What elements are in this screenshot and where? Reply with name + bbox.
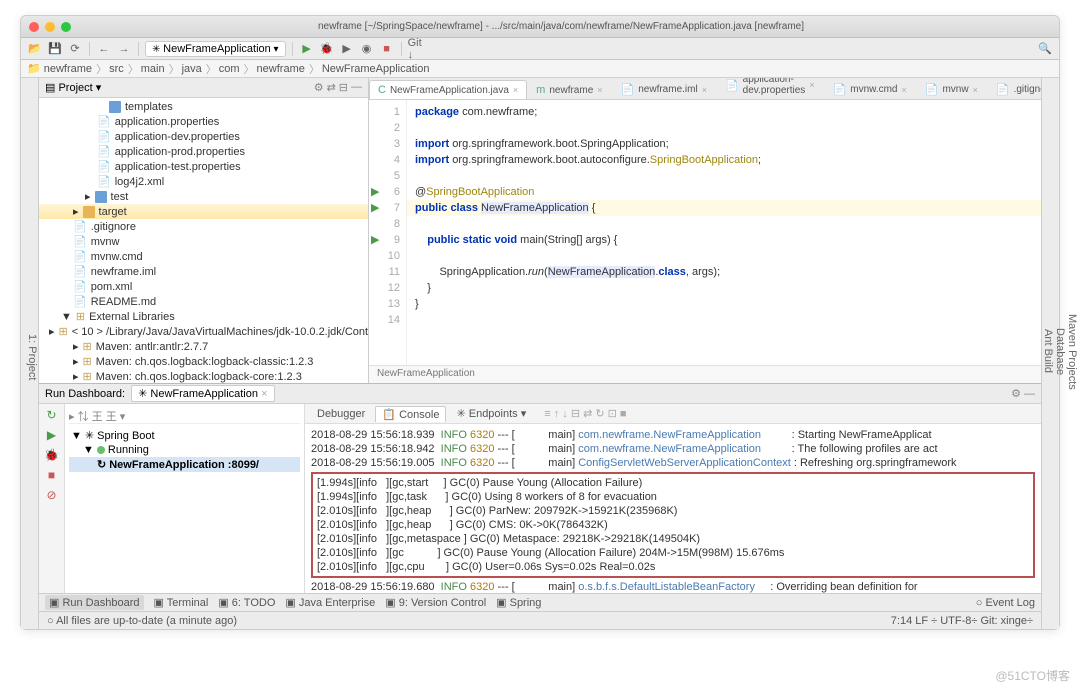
editor-breadcrumb[interactable]: NewFrameApplication <box>369 365 1041 383</box>
watermark: @51CTO博客 <box>995 667 1070 684</box>
editor-tab[interactable]: C NewFrameApplication.java × <box>369 80 527 99</box>
main-toolbar: 📂 💾 ⟳ ← → ✳ NewFrameApplication ▾ ▶ 🐞 ▶ … <box>21 38 1059 60</box>
bottom-tab[interactable]: ▣ Java Enterprise <box>285 596 375 609</box>
stop-icon[interactable]: ■ <box>379 41 395 57</box>
run-tab[interactable]: ✳ NewFrameApplication × <box>131 385 274 402</box>
tab-console: 📋 Console <box>375 406 446 422</box>
run-config-selector[interactable]: ✳ NewFrameApplication ▾ <box>145 41 286 57</box>
run-panel: Run Dashboard: ✳ NewFrameApplication × ⚙… <box>39 383 1041 593</box>
vcs-icon[interactable]: Git ↓ <box>408 41 424 57</box>
tree-item[interactable]: 📄 application-dev.properties <box>39 129 368 144</box>
close-window-icon[interactable] <box>29 22 39 32</box>
tree-item[interactable]: 📄 mvnw <box>39 234 368 249</box>
tree-item[interactable]: 📄 .gitignore <box>39 219 368 234</box>
crumb[interactable]: NewFrameApplication <box>322 63 434 75</box>
editor-tab[interactable]: 📄 application-dev.properties × <box>716 78 824 99</box>
project-tree[interactable]: templates 📄 application.properties 📄 app… <box>39 98 368 383</box>
code-area[interactable]: package com.newframe; import org.springf… <box>407 100 1041 365</box>
tree-item[interactable]: ▸ target <box>39 204 368 219</box>
editor-tab[interactable]: 📄 .gitignore × <box>987 79 1041 99</box>
refresh-icon[interactable]: ⟳ <box>67 41 83 57</box>
event-log-tab: ○ Event Log <box>976 597 1035 609</box>
project-pane-title[interactable]: ▤ Project ▾ <box>45 81 101 94</box>
save-icon[interactable]: 💾 <box>47 41 63 57</box>
tree-item[interactable]: 📄 mvnw.cmd <box>39 249 368 264</box>
navigation-breadcrumb: 📁 newframesrcmainjavacomnewframeNewFrame… <box>21 60 1059 78</box>
tab-endpoints: ✳ Endpoints ▾ <box>450 406 532 421</box>
crumb[interactable]: java <box>182 61 217 77</box>
tree-item[interactable]: ▸ test <box>39 189 368 204</box>
hide-icon[interactable]: ⊟ <box>339 81 348 94</box>
search-icon[interactable]: 🔍 <box>1037 41 1053 57</box>
profile-icon[interactable]: ◉ <box>359 41 375 57</box>
title-bar: newframe [~/SpringSpace/newframe] - .../… <box>21 16 1059 38</box>
bottom-tab[interactable]: ▣ Spring <box>496 596 541 609</box>
crumb[interactable]: newframe <box>257 61 320 77</box>
bottom-tab[interactable]: ▣ 9: Version Control <box>385 596 486 609</box>
tree-item[interactable]: ▸ ⊞ Maven: ch.qos.logback:logback-classi… <box>39 354 368 369</box>
crumb[interactable]: 📁 newframe <box>27 61 107 77</box>
run-tree[interactable]: ▸ ⇅ 王 王 ▾ ▼ ✳ Spring Boot ▼ Running ↻ Ne… <box>65 404 305 593</box>
open-icon[interactable]: 📂 <box>27 41 43 57</box>
editor-tab[interactable]: 📄 newframe.iml × <box>612 79 716 99</box>
gutter[interactable]: 12345▶6▶78▶91011121314 <box>369 100 407 365</box>
minimize-icon[interactable]: — <box>351 81 362 94</box>
editor-tab[interactable]: 📄 mvnw.cmd × <box>824 79 916 99</box>
back-icon[interactable]: ← <box>96 41 112 57</box>
debug-icon[interactable]: 🐞 <box>319 41 335 57</box>
tree-item[interactable]: 📄 newframe.iml <box>39 264 368 279</box>
tree-item[interactable]: ▸ ⊞ Maven: antlr:antlr:2.7.7 <box>39 339 368 354</box>
run-icon[interactable]: ▶ <box>299 41 315 57</box>
forward-icon[interactable]: → <box>116 41 132 57</box>
tree-item[interactable]: 📄 pom.xml <box>39 279 368 294</box>
tree-item[interactable]: templates <box>39 100 368 114</box>
gear-icon[interactable]: ⚙ <box>314 81 324 94</box>
bottom-tool-tabs[interactable]: ▣ Run Dashboard ▣ Terminal ▣ 6: TODO ▣ Java… <box>39 593 1041 611</box>
window-title: newframe [~/SpringSpace/newframe] - .../… <box>71 21 1051 32</box>
run-panel-title: Run Dashboard: <box>45 388 125 400</box>
tree-item[interactable]: ▸ ⊞ Maven: ch.qos.logback:logback-core:1… <box>39 369 368 383</box>
status-bar: ○ All files are up-to-date (a minute ago… <box>39 611 1041 629</box>
tree-item[interactable]: 📄 application-test.properties <box>39 159 368 174</box>
bottom-tab[interactable]: ▣ 6: TODO <box>218 596 275 609</box>
crumb[interactable]: src <box>109 61 139 77</box>
editor: C NewFrameApplication.java ×m newframe ×… <box>369 78 1041 383</box>
tree-item[interactable]: 📄 log4j2.xml <box>39 174 368 189</box>
console-output[interactable]: 2018-08-29 15:56:18.939 INFO 6320 --- [ … <box>305 424 1041 593</box>
right-tool-stripe[interactable]: Ant BuildDatabaseMaven ProjectsBean Vali… <box>1041 78 1059 629</box>
tree-item[interactable]: 📄 application-prod.properties <box>39 144 368 159</box>
editor-tab[interactable]: 📄 mvnw × <box>916 79 987 99</box>
tab-debugger: Debugger <box>311 407 371 421</box>
crumb[interactable]: main <box>141 61 180 77</box>
crumb[interactable]: com <box>219 61 255 77</box>
coverage-icon[interactable]: ▶ <box>339 41 355 57</box>
gear-icon[interactable]: ⚙ — <box>1011 387 1035 400</box>
tree-item[interactable]: 📄 application.properties <box>39 114 368 129</box>
bottom-tab[interactable]: ▣ Run Dashboard <box>45 595 144 610</box>
minimize-window-icon[interactable] <box>45 22 55 32</box>
tree-item[interactable]: ▸ ⊞ < 10 > /Library/Java/JavaVirtualMach… <box>39 324 368 339</box>
tree-item[interactable]: ▼ ⊞ External Libraries <box>39 309 368 324</box>
maximize-window-icon[interactable] <box>61 22 71 32</box>
bottom-tab[interactable]: ▣ Terminal <box>154 596 209 609</box>
tree-item[interactable]: 📄 README.md <box>39 294 368 309</box>
editor-tab[interactable]: m newframe × <box>527 80 611 99</box>
console-tabs[interactable]: Debugger 📋 Console ✳ Endpoints ▾ ≡ ↑ ↓ ⊟… <box>305 404 1041 424</box>
project-pane: ▤ Project ▾ ⚙ ⇄ ⊟ — templates 📄 applicat… <box>39 78 369 383</box>
collapse-icon[interactable]: ⇄ <box>327 81 336 94</box>
editor-tabs[interactable]: C NewFrameApplication.java ×m newframe ×… <box>369 78 1041 100</box>
